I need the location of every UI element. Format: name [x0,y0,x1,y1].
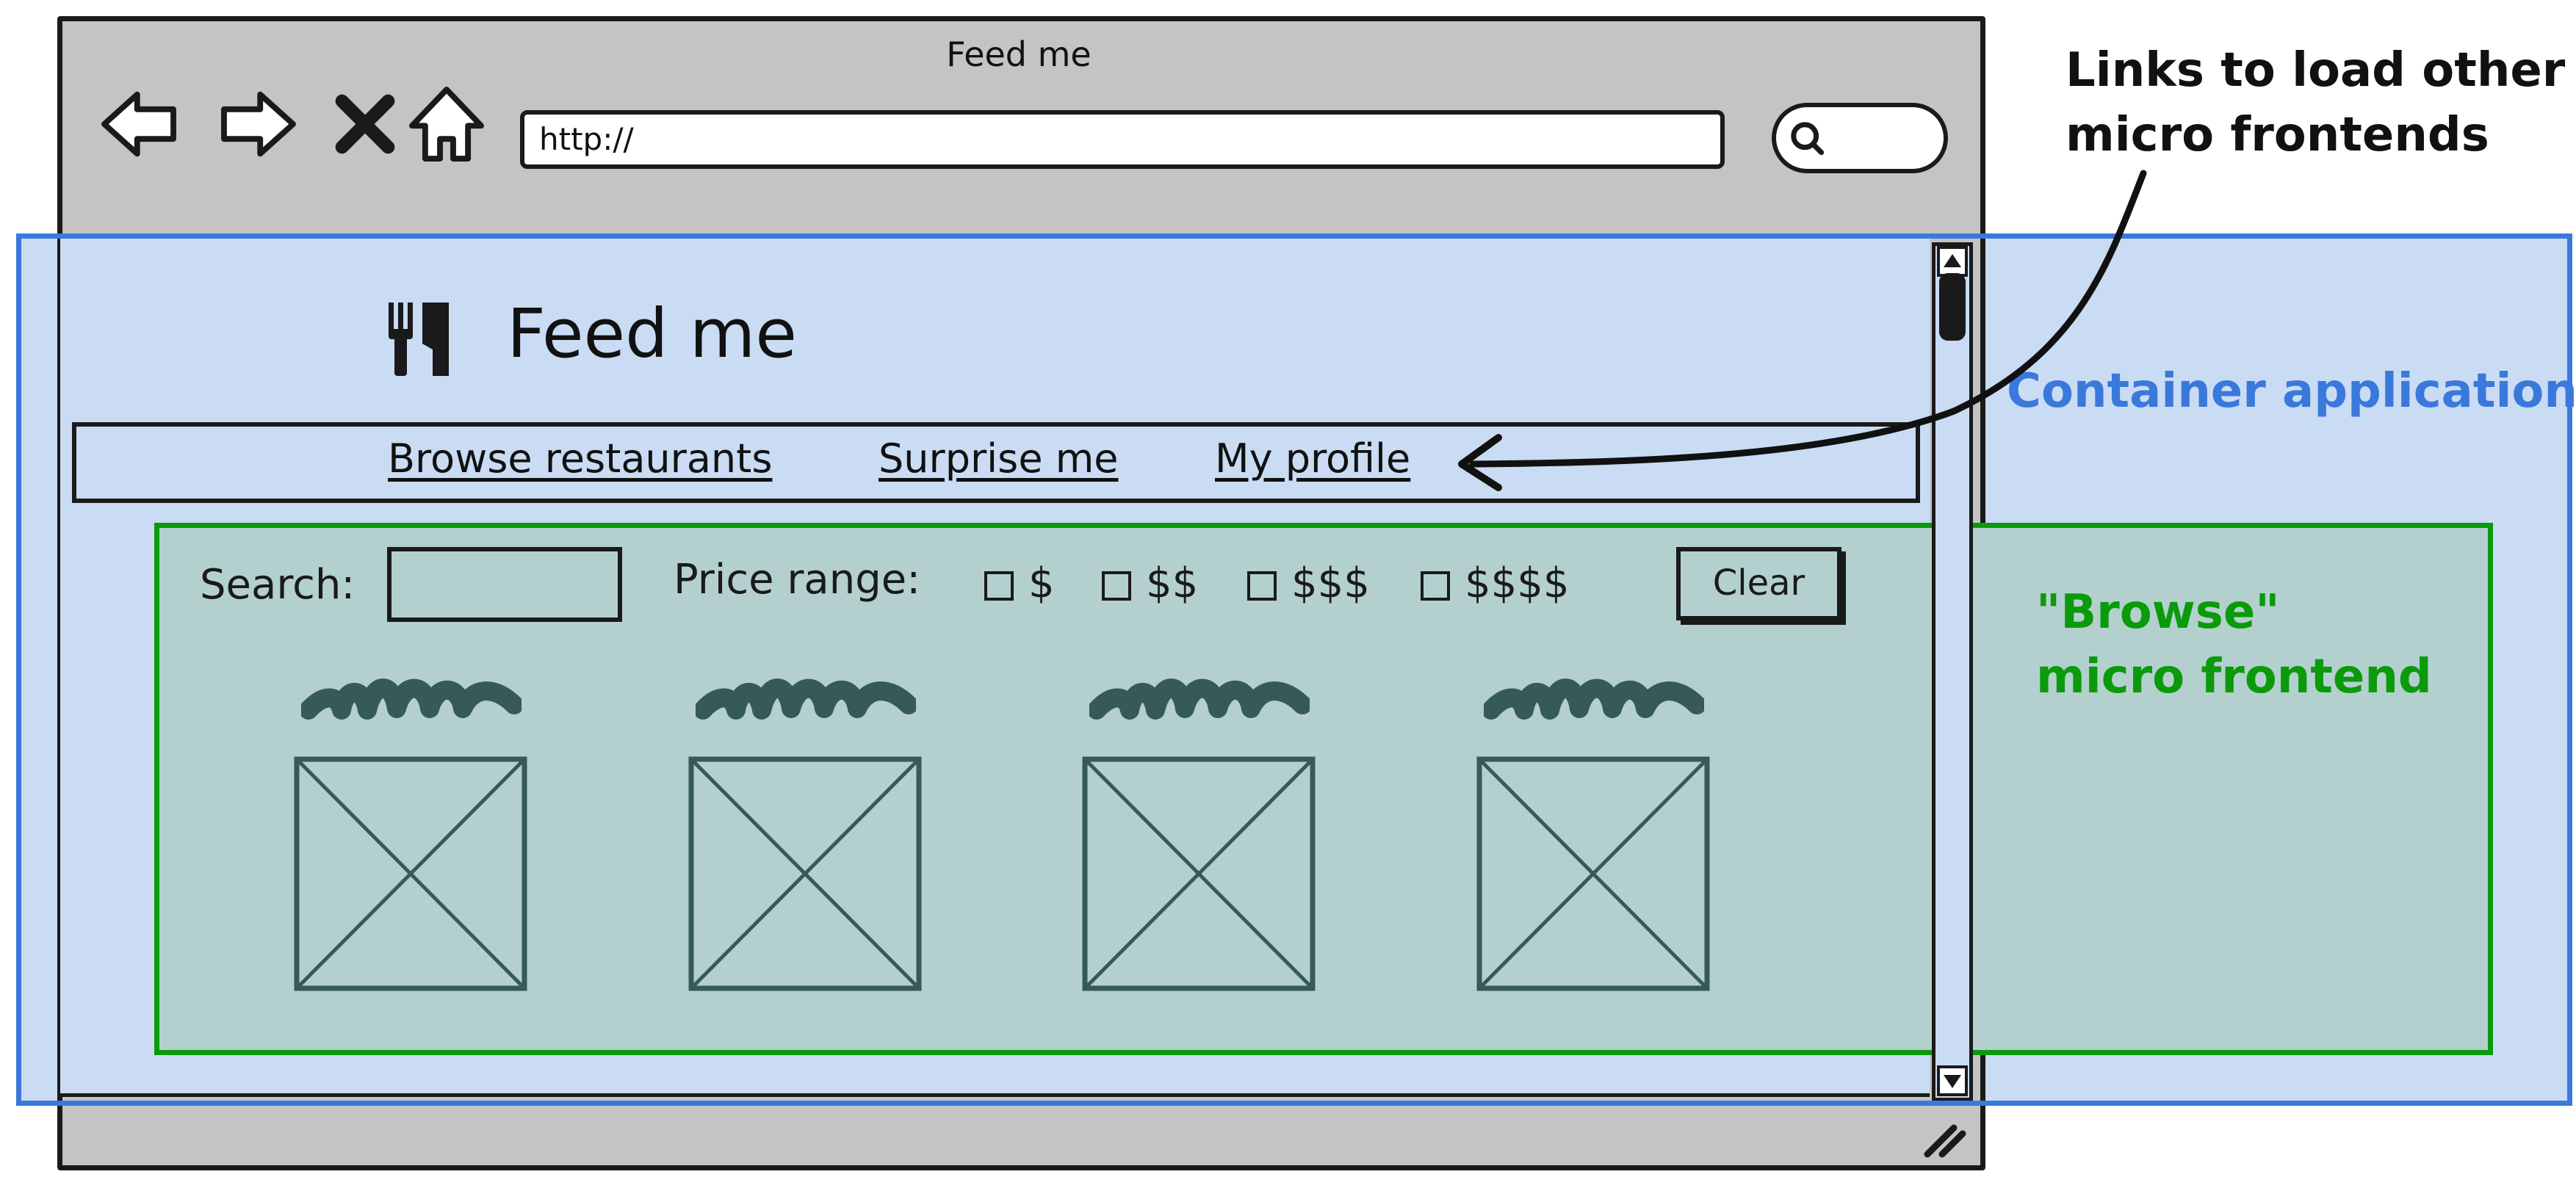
close-icon [335,94,395,154]
address-bar[interactable]: http:// [520,110,1725,169]
annotation-links: Links to load other micro frontends [2066,38,2572,170]
home-icon [409,87,484,162]
annotation-browse-line2: micro frontend [2036,650,2432,704]
search-icon [1791,122,1825,156]
browser-title: Feed me [946,35,1092,74]
annotation-browse-micro-frontend: "Browse" micro frontend [2036,580,2477,712]
annotation-links-line1: Links to load other [2066,43,2566,98]
resize-grip-icon[interactable] [1917,1116,1969,1160]
annotation-links-line2: micro frontends [2066,108,2489,162]
back-button[interactable] [98,83,180,165]
arrow-right-icon [221,91,296,157]
arrow-left-icon [101,91,176,157]
annotation-browse-line1: "Browse" [2036,585,2280,640]
home-button[interactable] [405,83,488,165]
annotation-container-application: Container application [2007,364,2576,419]
stop-button[interactable] [324,83,406,165]
forward-button[interactable] [217,83,300,165]
browser-search-box[interactable] [1772,103,1948,173]
